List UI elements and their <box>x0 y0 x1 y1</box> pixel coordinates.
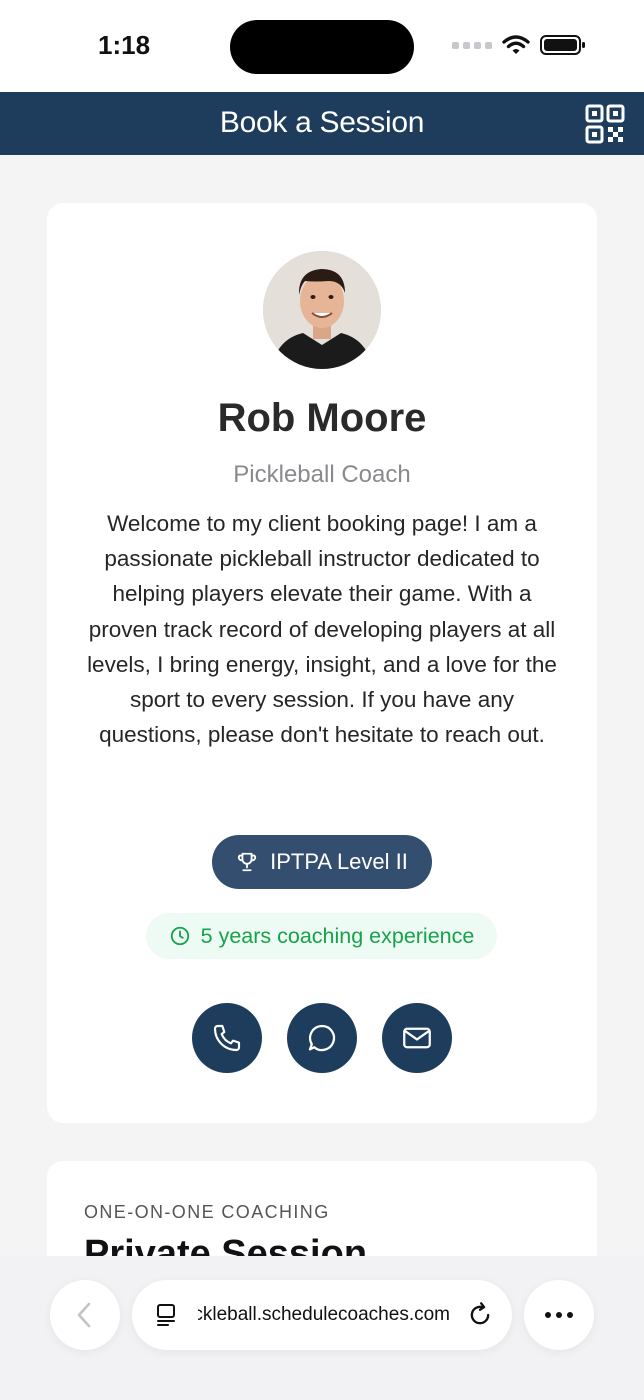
coach-name: Rob Moore <box>217 396 427 440</box>
more-icon <box>545 1312 551 1318</box>
dynamic-island <box>230 20 414 74</box>
experience-label: 5 years coaching experience <box>200 923 475 948</box>
more-options-button[interactable] <box>524 1280 594 1350</box>
mail-icon <box>403 1027 431 1049</box>
cellular-signal-icon <box>452 41 492 49</box>
battery-icon <box>540 35 585 55</box>
url-text: pickleball.schedulecoaches.com <box>198 1304 450 1325</box>
clock-icon <box>170 926 189 946</box>
status-bar: 1:18 <box>0 0 644 92</box>
chevron-left-icon <box>77 1302 91 1328</box>
contact-buttons <box>47 1003 597 1073</box>
status-time: 1:18 <box>98 30 151 60</box>
status-icons <box>452 34 586 56</box>
session-category: ONE-ON-ONE COACHING <box>84 1202 330 1222</box>
email-button[interactable] <box>382 1003 452 1073</box>
address-bar[interactable]: pickleball.schedulecoaches.com <box>132 1280 512 1350</box>
wifi-icon <box>502 35 530 54</box>
phone-icon <box>213 1024 241 1052</box>
app-header: Book a Session <box>0 92 644 155</box>
call-button[interactable] <box>192 1003 262 1073</box>
certification-label: IPTPA Level II <box>270 849 408 874</box>
avatar <box>263 251 381 369</box>
page-title: Book a Session <box>219 106 425 139</box>
trophy-icon <box>238 852 257 872</box>
chat-icon <box>308 1024 336 1052</box>
message-button[interactable] <box>287 1003 357 1073</box>
certification-badge: IPTPA Level II <box>212 835 432 889</box>
browser-back-button[interactable] <box>50 1280 120 1350</box>
qr-code-icon <box>585 104 625 144</box>
coach-profile-card: Rob Moore Pickleball Coach Welcome to my… <box>47 203 597 1123</box>
coach-bio: Welcome to my client booking page! I am … <box>87 511 557 748</box>
experience-badge: 5 years coaching experience <box>146 913 497 959</box>
coach-title: Pickleball Coach <box>233 461 411 488</box>
reload-icon <box>470 1302 490 1325</box>
tab-overview-icon <box>157 1304 175 1326</box>
qr-code-button[interactable] <box>584 103 626 145</box>
